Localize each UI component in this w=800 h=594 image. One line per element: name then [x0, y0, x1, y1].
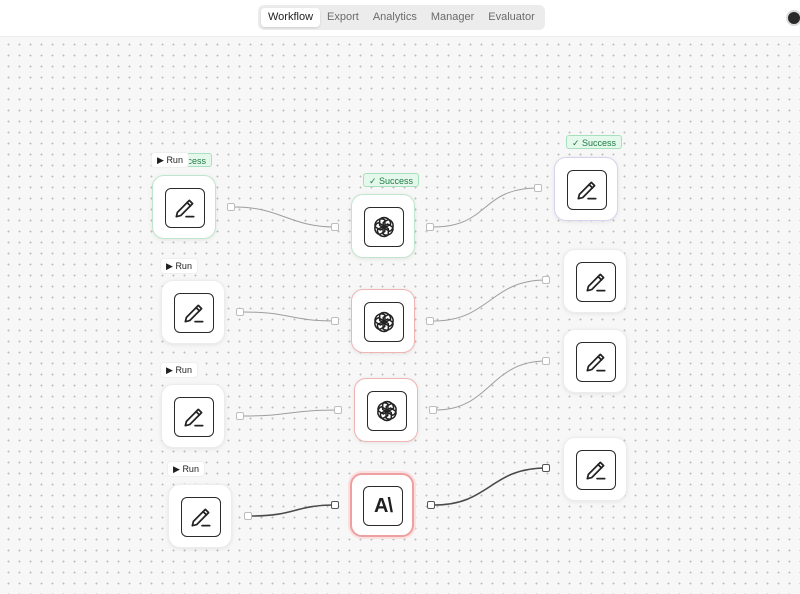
play-icon: ▶: [173, 464, 180, 474]
output-port[interactable]: [236, 308, 244, 316]
input-port[interactable]: [542, 357, 550, 365]
pencil-edit-icon: [181, 497, 221, 537]
run-button[interactable]: ▶ Run: [161, 259, 197, 273]
input-port[interactable]: [542, 464, 550, 472]
output-port[interactable]: [427, 501, 435, 509]
output-port[interactable]: [426, 223, 434, 231]
output-port[interactable]: [236, 412, 244, 420]
input-port[interactable]: [542, 276, 550, 284]
input-port[interactable]: [331, 317, 339, 325]
tab-manager[interactable]: Manager: [424, 8, 481, 27]
output-node-2[interactable]: [563, 249, 627, 313]
openai-logo-icon: [367, 391, 407, 431]
play-icon: ▶: [157, 155, 164, 165]
success-badge: ✓ Success: [566, 135, 623, 149]
top-bar: Workflow Export Analytics Manager Evalua…: [0, 0, 800, 37]
input-port[interactable]: [334, 406, 342, 414]
input-port[interactable]: [331, 501, 339, 509]
output-port[interactable]: [244, 512, 252, 520]
output-port[interactable]: [426, 317, 434, 325]
play-icon: ▶: [166, 365, 173, 375]
tab-analytics[interactable]: Analytics: [366, 8, 424, 27]
input-node-1[interactable]: [152, 175, 216, 239]
output-node-3[interactable]: [563, 329, 627, 393]
tab-workflow[interactable]: Workflow: [261, 8, 321, 27]
run-button[interactable]: ▶ Run: [161, 363, 197, 377]
pencil-edit-icon: [174, 397, 214, 437]
pencil-edit-icon: [174, 293, 214, 333]
openai-node-3[interactable]: [354, 378, 418, 442]
tab-export[interactable]: Export: [320, 8, 366, 27]
avatar[interactable]: [786, 10, 800, 26]
input-node-3[interactable]: [161, 384, 225, 448]
pencil-edit-icon: [576, 450, 616, 490]
input-port[interactable]: [534, 184, 542, 192]
pencil-edit-icon: [567, 170, 607, 210]
openai-node-2[interactable]: [351, 289, 415, 353]
openai-logo-icon: [364, 302, 404, 342]
pencil-edit-icon: [165, 188, 205, 228]
output-node-4[interactable]: [563, 437, 627, 501]
run-button[interactable]: ▶ Run: [168, 462, 204, 476]
view-tabs: Workflow Export Analytics Manager Evalua…: [258, 5, 545, 30]
pencil-edit-icon: [576, 262, 616, 302]
openai-node-1[interactable]: [351, 194, 415, 258]
input-node-4[interactable]: [168, 484, 232, 548]
output-port[interactable]: [429, 406, 437, 414]
input-node-2[interactable]: [161, 280, 225, 344]
anthropic-logo-icon: A\: [363, 486, 403, 526]
pencil-edit-icon: [576, 342, 616, 382]
output-node-1[interactable]: [554, 157, 618, 221]
success-badge: ✓ Success: [363, 173, 420, 187]
input-port[interactable]: [331, 223, 339, 231]
tab-evaluator[interactable]: Evaluator: [481, 8, 541, 27]
run-button[interactable]: ▶ Run: [152, 153, 188, 167]
output-port[interactable]: [227, 203, 235, 211]
play-icon: ▶: [166, 261, 173, 271]
openai-logo-icon: [364, 207, 404, 247]
anthropic-node[interactable]: A\: [350, 473, 414, 537]
